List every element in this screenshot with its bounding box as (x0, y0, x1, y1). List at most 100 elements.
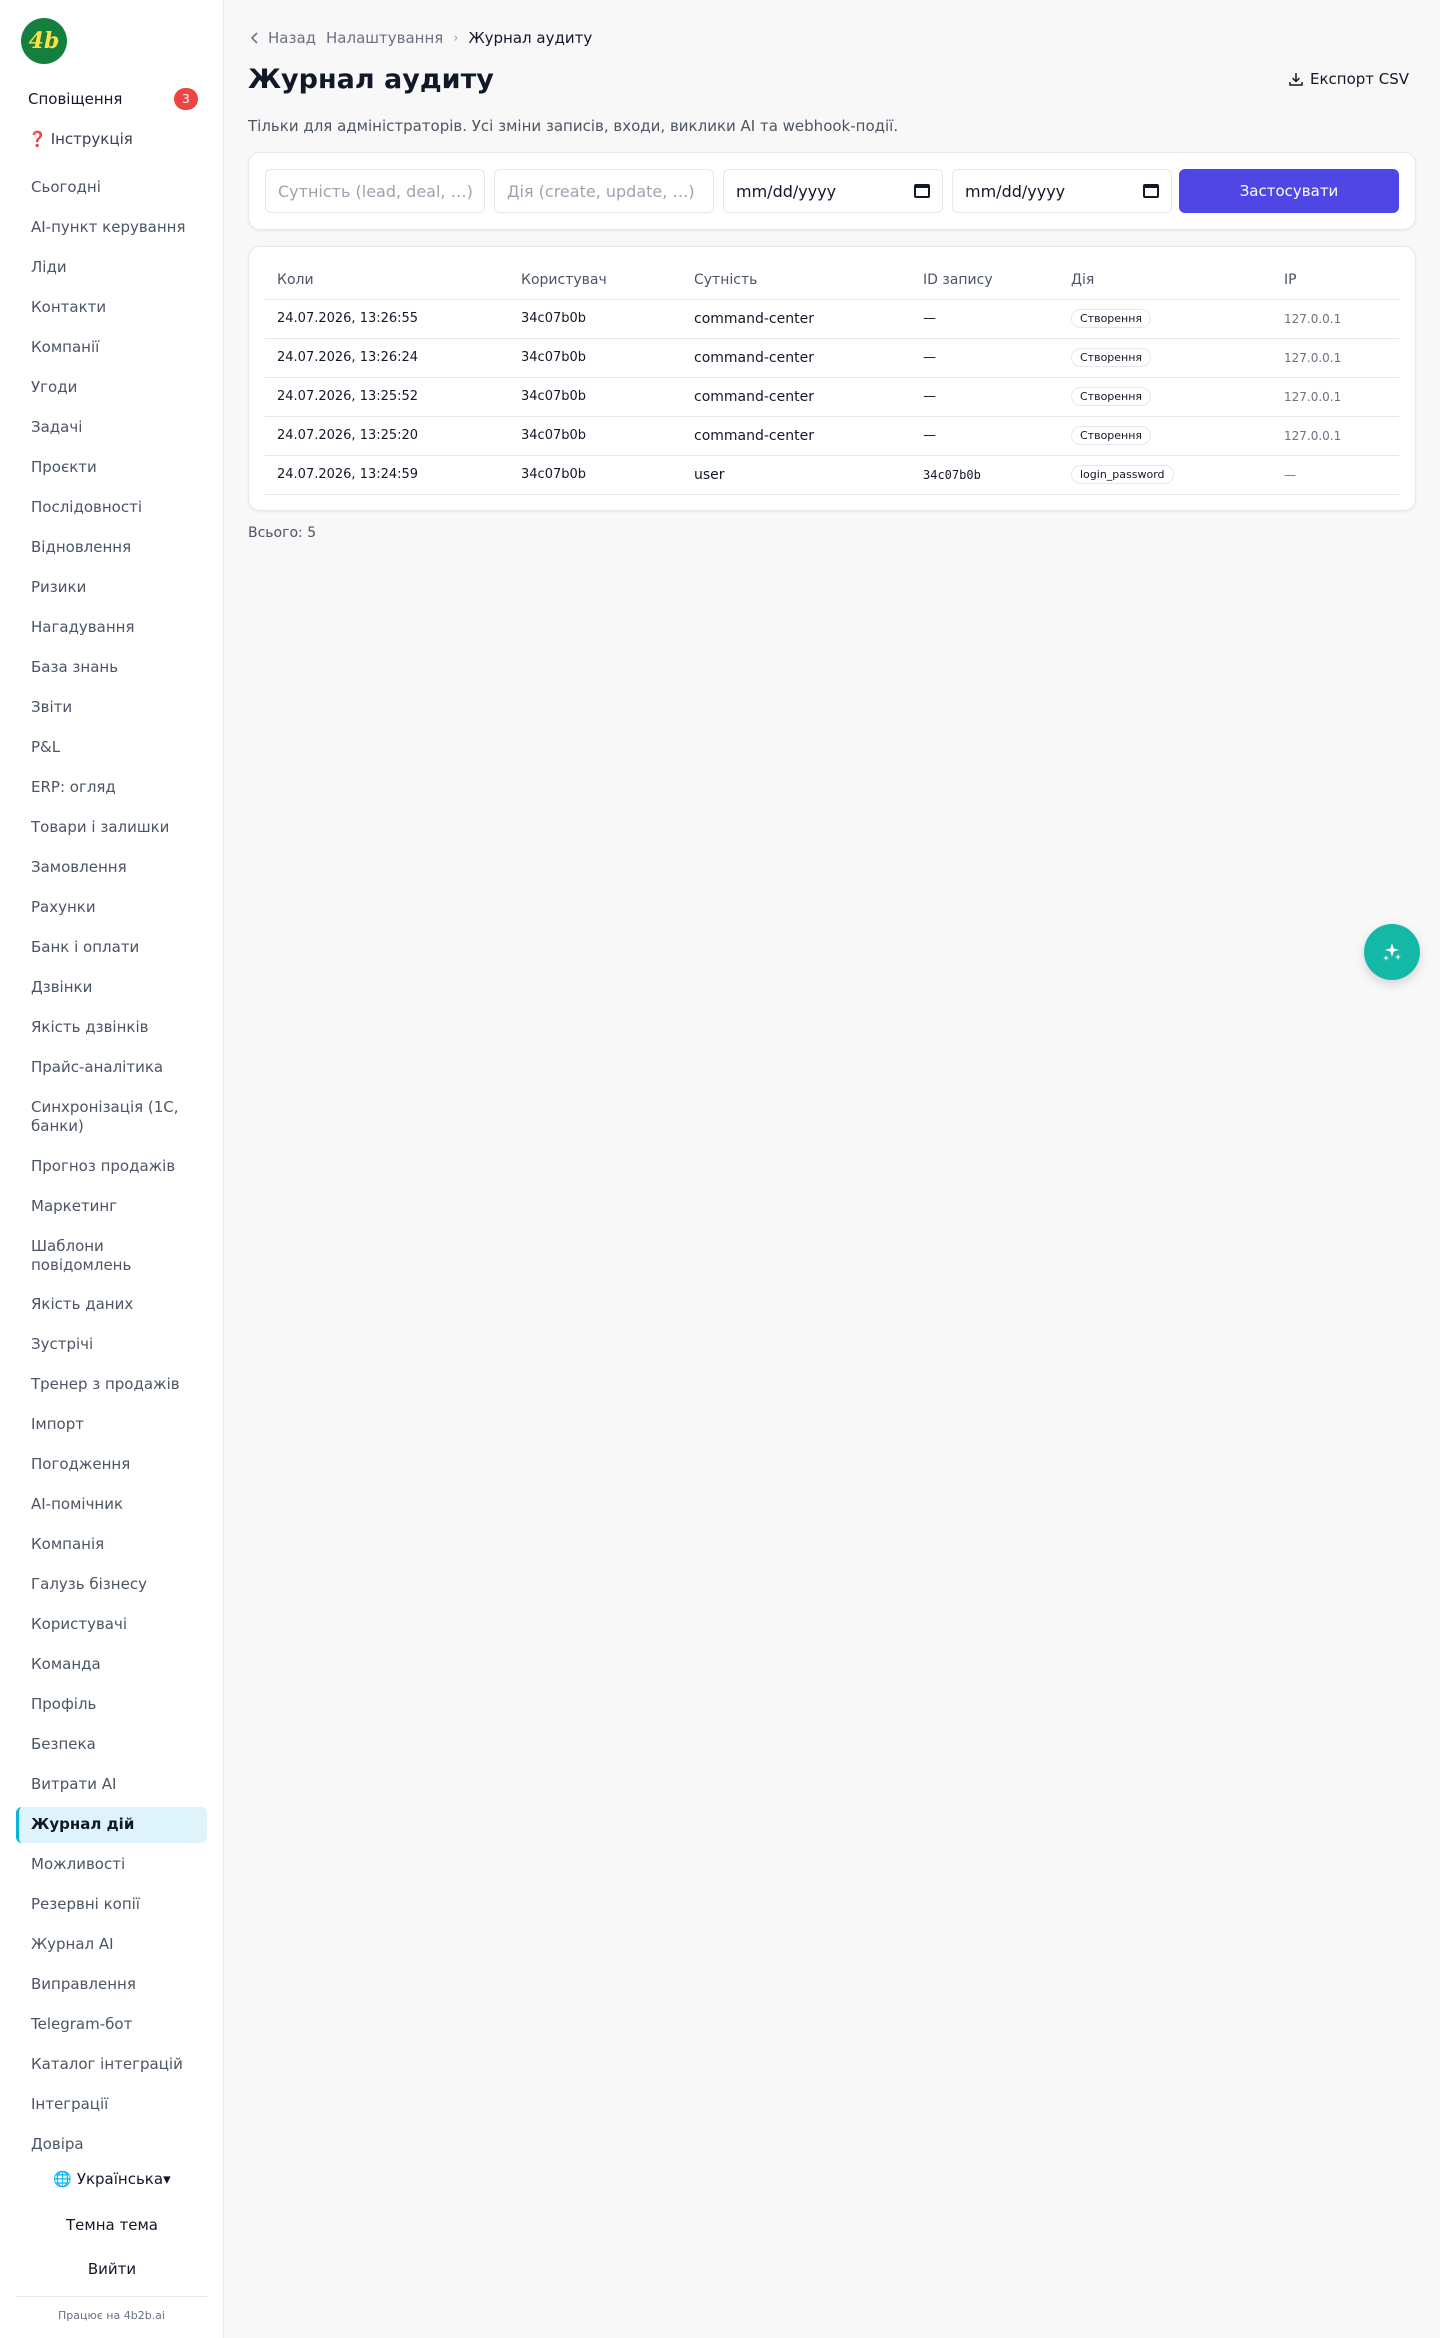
sidebar-item[interactable]: Маркетинг (16, 1187, 207, 1227)
cell-entity: command-center (682, 299, 911, 339)
sidebar-item[interactable]: Контакти (16, 288, 207, 328)
notifications-link[interactable]: Сповіщення 3 (28, 88, 198, 110)
sidebar-item[interactable]: Резервні копії (16, 1885, 207, 1925)
sidebar-item[interactable]: Якість даних (16, 1285, 207, 1325)
header-action: Дія (1059, 261, 1272, 300)
sidebar-item[interactable]: Ліди (16, 248, 207, 288)
sidebar-item[interactable]: Шаблони повідомлень (16, 1227, 207, 1285)
cell-entity: command-center (682, 416, 911, 456)
date-from-input[interactable]: mm/dd/yyyy (723, 169, 943, 213)
sidebar-item[interactable]: Витрати AI (16, 1765, 207, 1805)
language-select[interactable]: 🌐 Українська▾ (0, 2170, 224, 2188)
sidebar-item[interactable]: Дзвінки (16, 968, 207, 1008)
action-badge: Створення (1071, 387, 1152, 406)
table-row[interactable]: 24.07.2026, 13:25:52 34c07b0b command-cent… (265, 377, 1399, 417)
header-record-id: ID запису (911, 261, 1059, 300)
sidebar-item[interactable]: Можливості (16, 1845, 207, 1885)
sidebar-item[interactable]: Задачі (16, 408, 207, 448)
sidebar-item[interactable]: Довіра (16, 2125, 207, 2165)
back-link[interactable]: Назад (250, 29, 316, 47)
sidebar-item[interactable]: Інтеграції (16, 2085, 207, 2125)
sidebar-item[interactable]: Компанія (16, 1525, 207, 1565)
sidebar-item[interactable]: Послідовності (16, 488, 207, 528)
sidebar-item[interactable]: Виправлення (16, 1965, 207, 2005)
sidebar-item[interactable]: P&L (16, 728, 207, 768)
sidebar-item[interactable]: Проєкти (16, 448, 207, 488)
notifications-badge: 3 (174, 88, 198, 110)
breadcrumb-current: Журнал аудиту (468, 29, 593, 47)
sidebar-item[interactable]: Банк і оплати (16, 928, 207, 968)
sidebar-item[interactable]: Команда (16, 1645, 207, 1685)
sidebar-item[interactable]: Рахунки (16, 888, 207, 928)
logo[interactable]: 4b (21, 18, 67, 64)
sidebar-item[interactable]: Профіль (16, 1685, 207, 1725)
page-title: Журнал аудиту (248, 64, 494, 95)
audit-table: Коли Користувач Сутність ID запису Дія I… (265, 261, 1399, 495)
sidebar-item[interactable]: Погодження (16, 1445, 207, 1485)
date-from-value: mm/dd/yyyy (736, 181, 837, 201)
sidebar-item[interactable]: Угоди (16, 368, 207, 408)
table-row[interactable]: 24.07.2026, 13:26:24 34c07b0b command-cent… (265, 338, 1399, 378)
sidebar-item[interactable]: Telegram-бот (16, 2005, 207, 2045)
cell-action: Створення (1059, 299, 1272, 339)
sidebar-item[interactable]: Нагадування (16, 608, 207, 648)
cell-ip: 127.0.0.1 (1272, 377, 1399, 417)
ai-assistant-button[interactable] (1364, 924, 1420, 980)
sidebar-item[interactable]: AI-помічник (16, 1485, 207, 1525)
calendar-icon[interactable] (914, 184, 930, 198)
sidebar-item[interactable]: Синхронізація (1С, банки) (16, 1088, 207, 1147)
back-label: Назад (268, 29, 317, 47)
chevron-right-icon: › (453, 30, 459, 46)
date-to-value: mm/dd/yyyy (965, 181, 1066, 201)
sidebar-item[interactable]: Тренер з продажів (16, 1365, 207, 1405)
logout-button[interactable]: Вийти (0, 2260, 224, 2278)
action-badge: Створення (1071, 426, 1152, 445)
table-row[interactable]: 24.07.2026, 13:26:55 34c07b0b command-cent… (265, 299, 1399, 339)
sidebar-item[interactable]: Журнал AI (16, 1925, 207, 1965)
cell-user: 34c07b0b (509, 299, 682, 339)
sidebar-item[interactable]: Якість дзвінків (16, 1008, 207, 1048)
page-subtitle: Тільки для адміністраторів. Усі зміни за… (248, 117, 899, 135)
sidebar-item[interactable]: Зустрічі (16, 1325, 207, 1365)
sidebar: 4b Сповіщення 3 ❓ Інструкція Сьогодні AI-… (0, 0, 224, 2338)
sidebar-item[interactable]: Імпорт (16, 1405, 207, 1445)
table-row[interactable]: 24.07.2026, 13:25:20 34c07b0b command-cent… (265, 416, 1399, 456)
download-icon (1289, 73, 1303, 86)
action-filter-input[interactable] (494, 169, 714, 213)
guide-label: Інструкція (50, 130, 133, 148)
sidebar-item[interactable]: Звіти (16, 688, 207, 728)
sidebar-item[interactable]: Відновлення (16, 528, 207, 568)
sidebar-item[interactable]: Ризики (16, 568, 207, 608)
sidebar-item[interactable]: Галузь бізнесу (16, 1565, 207, 1605)
entity-filter-input[interactable] (265, 169, 485, 213)
sidebar-item[interactable]: Компанії (16, 328, 207, 368)
sidebar-item[interactable]: Прайс-аналітика (16, 1048, 207, 1088)
sidebar-item[interactable]: База знань (16, 648, 207, 688)
sidebar-item[interactable]: Товари і залишки (16, 808, 207, 848)
apply-button[interactable]: Застосувати (1179, 169, 1399, 213)
sidebar-item[interactable]: Замовлення (16, 848, 207, 888)
export-csv-button[interactable]: Експорт CSV (1288, 70, 1409, 88)
audit-table-card: Коли Користувач Сутність ID запису Дія I… (248, 246, 1416, 511)
sidebar-item[interactable]: Журнал дій (16, 1807, 207, 1843)
sidebar-item[interactable]: ERP: огляд (16, 768, 207, 808)
guide-link[interactable]: ❓ Інструкція (28, 128, 133, 150)
sidebar-item[interactable]: Сьогодні (16, 168, 207, 208)
calendar-icon[interactable] (1143, 184, 1159, 198)
cell-ip: 127.0.0.1 (1272, 338, 1399, 378)
cell-record-id: — (911, 377, 1059, 417)
breadcrumb-parent[interactable]: Налаштування (326, 29, 443, 47)
sparkles-icon (1383, 943, 1401, 961)
sidebar-item[interactable]: Каталог інтеграцій (16, 2045, 207, 2085)
sidebar-item[interactable]: AI-пункт керування (16, 208, 207, 248)
sidebar-item[interactable]: Безпека (16, 1725, 207, 1765)
cell-action: Створення (1059, 338, 1272, 378)
cell-user: 34c07b0b (509, 377, 682, 417)
header-ip: IP (1272, 261, 1399, 300)
date-to-input[interactable]: mm/dd/yyyy (952, 169, 1172, 213)
theme-toggle[interactable]: Темна тема (0, 2216, 224, 2234)
sidebar-item[interactable]: Прогноз продажів (16, 1147, 207, 1187)
table-row[interactable]: 24.07.2026, 13:24:59 34c07b0b user 34c07b0b… (265, 455, 1399, 495)
sidebar-item[interactable]: Користувачі (16, 1605, 207, 1645)
cell-when: 24.07.2026, 13:26:55 (265, 299, 509, 339)
